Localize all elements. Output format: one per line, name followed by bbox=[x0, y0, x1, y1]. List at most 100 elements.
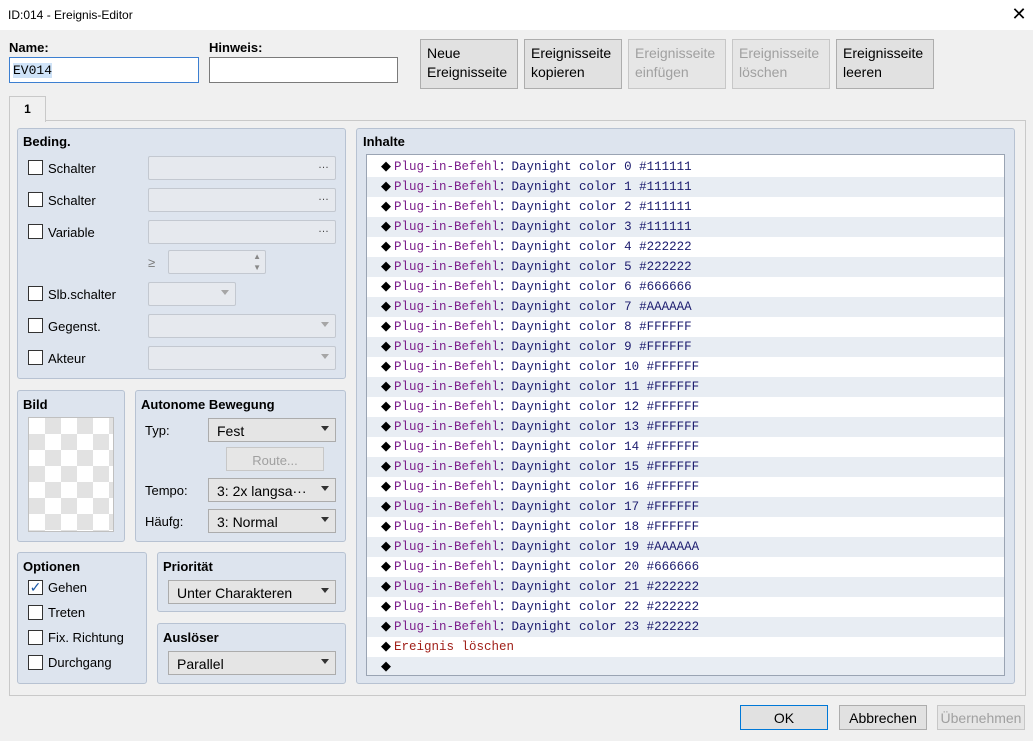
ok-button-label: OK bbox=[773, 710, 795, 726]
variable-field[interactable]: … bbox=[148, 220, 336, 244]
tab-page-1[interactable]: 1 bbox=[9, 96, 46, 122]
diamond-bullet-icon: ◆ bbox=[381, 599, 391, 614]
priority-select[interactable]: Unter Charakteren bbox=[168, 580, 336, 604]
erase-event-row[interactable]: ◆ Ereignis löschen bbox=[367, 637, 1004, 657]
command-row[interactable]: ◆ Plug-in-Befehl：Daynight color 11 #FFFFF… bbox=[367, 377, 1004, 397]
through-checkbox[interactable] bbox=[28, 655, 43, 670]
cancel-button[interactable]: Abbrechen bbox=[839, 705, 927, 730]
command-text: Plug-in-Befehl：Daynight color 6 #666666 bbox=[394, 277, 692, 297]
command-separator: ： bbox=[499, 300, 512, 314]
delete-page-button[interactable]: Ereignisseite löschen bbox=[732, 39, 830, 89]
command-row[interactable]: ◆ Plug-in-Befehl：Daynight color 9 #FFFFFF bbox=[367, 337, 1004, 357]
command-row[interactable]: ◆ Plug-in-Befehl：Daynight color 10 #FFFFF… bbox=[367, 357, 1004, 377]
window-title: ID:014 - Ereignis-Editor bbox=[8, 8, 133, 22]
command-list[interactable]: ◆ Plug-in-Befehl：Daynight color 0 #111111… bbox=[366, 154, 1005, 676]
switch1-checkbox[interactable] bbox=[28, 160, 43, 175]
item-select[interactable] bbox=[148, 314, 336, 338]
variable-checkbox[interactable] bbox=[28, 224, 43, 239]
command-row[interactable]: ◆ Plug-in-Befehl：Daynight color 6 #666666 bbox=[367, 277, 1004, 297]
apply-button[interactable]: Übernehmen bbox=[937, 705, 1025, 730]
copy-page-button[interactable]: Ereignisseite kopieren bbox=[524, 39, 622, 89]
command-args: Daynight color 4 #222222 bbox=[511, 240, 692, 254]
cancel-button-label: Abbrechen bbox=[849, 710, 917, 726]
hint-input[interactable] bbox=[209, 57, 398, 83]
command-name: Plug-in-Befehl bbox=[394, 520, 500, 534]
command-args: Daynight color 17 #FFFFFF bbox=[511, 500, 700, 514]
command-row[interactable]: ◆ Plug-in-Befehl：Daynight color 22 #22222… bbox=[367, 597, 1004, 617]
diamond-bullet-icon: ◆ bbox=[381, 359, 391, 374]
command-name: Plug-in-Befehl bbox=[394, 280, 500, 294]
diamond-bullet-icon: ◆ bbox=[381, 479, 391, 494]
diamond-bullet-icon: ◆ bbox=[381, 499, 391, 514]
actor-select[interactable] bbox=[148, 346, 336, 370]
new-page-label-1: Neue bbox=[427, 45, 461, 61]
command-row[interactable]: ◆ Plug-in-Befehl：Daynight color 0 #111111 bbox=[367, 157, 1004, 177]
command-row[interactable]: ◆ Plug-in-Befehl：Daynight color 13 #FFFFF… bbox=[367, 417, 1004, 437]
command-row[interactable]: ◆ Plug-in-Befehl：Daynight color 15 #FFFFF… bbox=[367, 457, 1004, 477]
command-row[interactable]: ◆ Plug-in-Befehl：Daynight color 23 #22222… bbox=[367, 617, 1004, 637]
command-row[interactable]: ◆ Plug-in-Befehl：Daynight color 4 #222222 bbox=[367, 237, 1004, 257]
conditions-title: Beding. bbox=[23, 134, 71, 149]
command-row[interactable]: ◆ Plug-in-Befehl：Daynight color 16 #FFFFF… bbox=[367, 477, 1004, 497]
command-row[interactable]: ◆ Plug-in-Befehl：Daynight color 1 #111111 bbox=[367, 177, 1004, 197]
speed-select[interactable]: 3: 2x langsa··· bbox=[208, 478, 336, 502]
diamond-bullet-icon: ◆ bbox=[381, 619, 391, 634]
new-page-button[interactable]: Neue Ereignisseite bbox=[420, 39, 518, 89]
priority-title: Priorität bbox=[163, 559, 213, 574]
command-text: Plug-in-Befehl：Daynight color 21 #222222 bbox=[394, 577, 699, 597]
command-row[interactable]: ◆ Plug-in-Befehl：Daynight color 7 #AAAAAA bbox=[367, 297, 1004, 317]
direction-fix-checkbox[interactable] bbox=[28, 630, 43, 645]
paste-page-button[interactable]: Ereignisseite einfügen bbox=[628, 39, 726, 89]
through-label: Durchgang bbox=[48, 655, 112, 670]
trigger-select[interactable]: Parallel bbox=[168, 651, 336, 675]
command-args: Daynight color 7 #AAAAAA bbox=[511, 300, 692, 314]
self-switch-select[interactable] bbox=[148, 282, 236, 306]
switch2-field[interactable]: … bbox=[148, 188, 336, 212]
diamond-bullet-icon: ◆ bbox=[381, 659, 391, 674]
command-row[interactable]: ◆ Plug-in-Befehl：Daynight color 8 #FFFFFF bbox=[367, 317, 1004, 337]
self-switch-checkbox[interactable] bbox=[28, 286, 43, 301]
actor-checkbox[interactable] bbox=[28, 350, 43, 365]
stepping-checkbox[interactable] bbox=[28, 605, 43, 620]
route-button[interactable]: Route... bbox=[226, 447, 324, 471]
command-row[interactable]: ◆ Plug-in-Befehl：Daynight color 18 #FFFFF… bbox=[367, 517, 1004, 537]
command-row[interactable]: ◆ Plug-in-Befehl：Daynight color 2 #111111 bbox=[367, 197, 1004, 217]
type-select[interactable]: Fest bbox=[208, 418, 336, 442]
switch2-checkbox[interactable] bbox=[28, 192, 43, 207]
spin-down-icon[interactable]: ▼ bbox=[253, 263, 261, 272]
command-separator: ： bbox=[499, 200, 512, 214]
actor-label: Akteur bbox=[48, 351, 86, 366]
command-row[interactable]: ◆ Plug-in-Befehl：Daynight color 12 #FFFFF… bbox=[367, 397, 1004, 417]
close-icon[interactable]: ✕ bbox=[1008, 4, 1030, 26]
command-row[interactable]: ◆ Plug-in-Befehl：Daynight color 19 #AAAAA… bbox=[367, 537, 1004, 557]
command-row[interactable]: ◆ Plug-in-Befehl：Daynight color 20 #66666… bbox=[367, 557, 1004, 577]
name-input[interactable]: EV014 bbox=[9, 57, 199, 83]
empty-command-row[interactable]: ◆ bbox=[367, 657, 1004, 675]
command-row[interactable]: ◆ Plug-in-Befehl：Daynight color 3 #111111 bbox=[367, 217, 1004, 237]
command-row[interactable]: ◆ Plug-in-Befehl：Daynight color 5 #222222 bbox=[367, 257, 1004, 277]
clear-page-button[interactable]: Ereignisseite leeren bbox=[836, 39, 934, 89]
diamond-bullet-icon: ◆ bbox=[381, 519, 391, 534]
command-text: Plug-in-Befehl：Daynight color 8 #FFFFFF bbox=[394, 317, 692, 337]
event-image-preview[interactable] bbox=[28, 417, 114, 532]
ok-button[interactable]: OK bbox=[740, 705, 828, 730]
switch1-field[interactable]: … bbox=[148, 156, 336, 180]
command-row[interactable]: ◆ Plug-in-Befehl：Daynight color 21 #22222… bbox=[367, 577, 1004, 597]
command-name: Plug-in-Befehl bbox=[394, 260, 500, 274]
command-row[interactable]: ◆ Plug-in-Befehl：Daynight color 17 #FFFFF… bbox=[367, 497, 1004, 517]
walking-checkbox[interactable]: ✓ bbox=[28, 580, 43, 595]
command-separator: ： bbox=[499, 500, 512, 514]
item-checkbox[interactable] bbox=[28, 318, 43, 333]
command-args: Daynight color 5 #222222 bbox=[511, 260, 692, 274]
command-name: Plug-in-Befehl bbox=[394, 400, 500, 414]
frequency-select[interactable]: 3: Normal bbox=[208, 509, 336, 533]
command-separator: ： bbox=[499, 180, 512, 194]
item-label: Gegenst. bbox=[48, 319, 101, 334]
spin-up-icon[interactable]: ▲ bbox=[253, 252, 261, 261]
command-row[interactable]: ◆ Plug-in-Befehl：Daynight color 14 #FFFFF… bbox=[367, 437, 1004, 457]
variable-value-spinner[interactable]: ▲ ▼ bbox=[168, 250, 266, 274]
trigger-title: Auslöser bbox=[163, 630, 219, 645]
diamond-bullet-icon: ◆ bbox=[381, 539, 391, 554]
title-bar: ID:014 - Ereignis-Editor ✕ bbox=[0, 0, 1033, 30]
tab-page-1-label: 1 bbox=[24, 102, 31, 116]
